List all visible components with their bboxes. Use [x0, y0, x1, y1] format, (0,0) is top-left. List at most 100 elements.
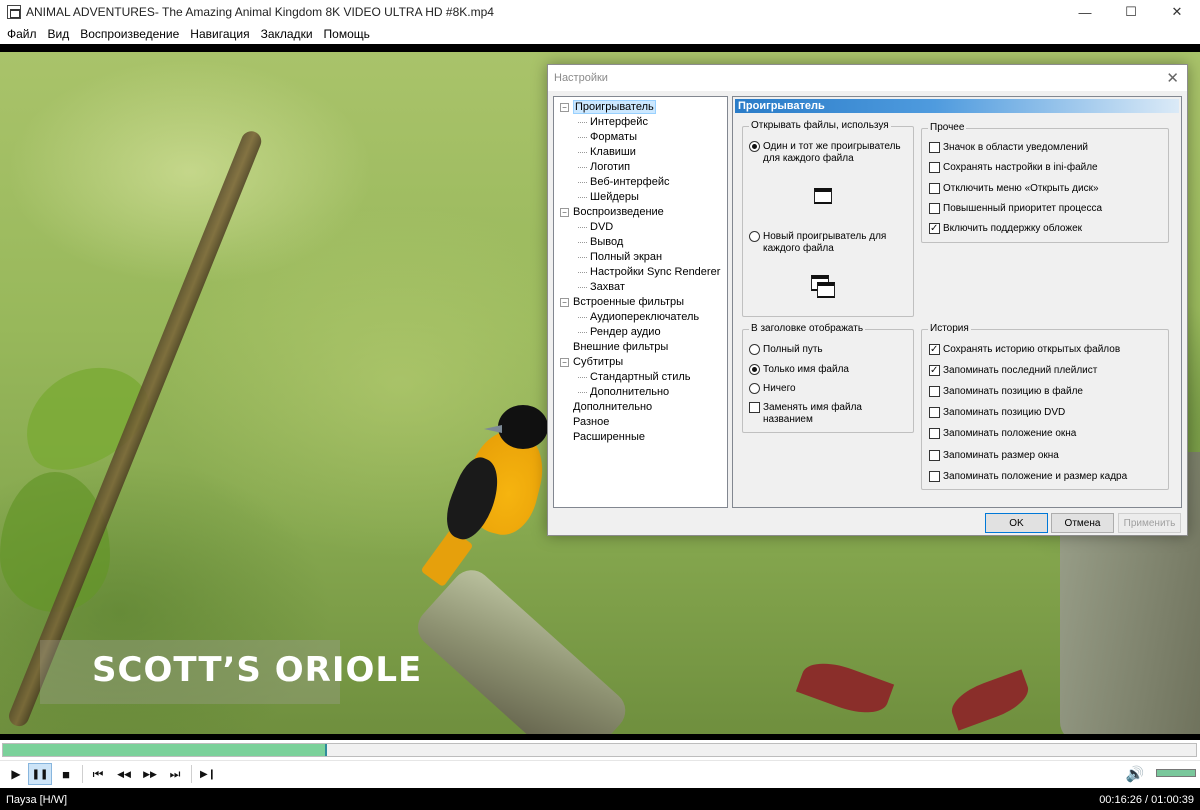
option-checkbox[interactable]: [929, 386, 940, 398]
seek-track[interactable]: [2, 743, 1197, 757]
option-checkbox[interactable]: [929, 202, 940, 214]
tree-item[interactable]: Дополнительно: [554, 400, 727, 415]
next-button[interactable]: ⏭: [163, 763, 187, 785]
apply-button[interactable]: Применить: [1118, 513, 1181, 533]
misc-group: Прочее Значок в области уведомлений Сохра…: [921, 122, 1169, 243]
settings-dialog: Настройки ✕ − Проигрыватель Интерфейс Форма…: [547, 64, 1188, 536]
option-checkbox[interactable]: [929, 223, 940, 235]
tree-item[interactable]: Настройки Sync Renderer: [554, 265, 727, 280]
frame-step-button[interactable]: ▶❙: [196, 763, 220, 785]
tree-item[interactable]: Форматы: [554, 130, 727, 145]
same-player-label: Один и тот же проигрыватель для каждого …: [763, 141, 901, 164]
tree-item[interactable]: − Воспроизведение: [554, 205, 727, 220]
tree-item-label: Проигрыватель: [573, 100, 656, 114]
settings-tree: − Проигрыватель Интерфейс Форматы Клавиши Лог…: [553, 96, 728, 508]
cancel-button[interactable]: Отмена: [1051, 513, 1114, 533]
option-label: Запоминать положение окна: [943, 428, 1077, 440]
stop-button[interactable]: ■: [54, 763, 78, 785]
option-checkbox[interactable]: [929, 407, 940, 419]
tree-item[interactable]: Аудиопереключатель: [554, 310, 727, 325]
tree-item[interactable]: Расширенные: [554, 430, 727, 445]
video-caption: SCOTT’S ORIOLE: [92, 650, 423, 690]
tree-item[interactable]: − Встроенные фильтры: [554, 295, 727, 310]
tree-item-label: Клавиши: [590, 146, 636, 158]
open-files-group-title: Открывать файлы, используя: [749, 120, 891, 132]
menu-navigate[interactable]: Навигация: [186, 27, 253, 41]
replace-name-checkbox[interactable]: [749, 402, 760, 413]
option-checkbox[interactable]: [929, 344, 940, 355]
tree-item-label: DVD: [590, 221, 614, 233]
tree-collapse-icon[interactable]: −: [560, 358, 569, 367]
multiple-windows-icon: [817, 282, 835, 298]
tree-item-label: Форматы: [590, 131, 637, 143]
option-label: Включить поддержку обложек: [943, 223, 1083, 235]
video-log: [409, 562, 634, 734]
nothing-label: Ничего: [763, 383, 796, 394]
close-button[interactable]: ✕: [1154, 0, 1200, 24]
tree-item[interactable]: Клавиши: [554, 145, 727, 160]
forward-button[interactable]: ▶▶: [138, 763, 162, 785]
play-button[interactable]: ▶: [4, 763, 28, 785]
file-name-only-radio[interactable]: [749, 364, 760, 375]
tree-item[interactable]: − Субтитры: [554, 355, 727, 370]
option-checkbox[interactable]: [929, 142, 940, 153]
title-display-group-title: В заголовке отображать: [749, 323, 866, 335]
option-checkbox[interactable]: [929, 449, 940, 461]
tree-item[interactable]: Интерфейс: [554, 115, 727, 130]
pause-button[interactable]: ❚❚: [28, 763, 52, 785]
seekbar[interactable]: [0, 740, 1200, 760]
option-checkbox[interactable]: [929, 182, 940, 194]
new-player-radio[interactable]: [749, 231, 760, 242]
tree-item[interactable]: Шейдеры: [554, 190, 727, 205]
rewind-button[interactable]: ◀◀: [112, 763, 136, 785]
option-label: Сохранять историю открытых файлов: [943, 344, 1121, 355]
maximize-button[interactable]: ☐: [1108, 0, 1154, 24]
option-checkbox[interactable]: [929, 365, 940, 377]
option-checkbox[interactable]: [929, 428, 940, 440]
tree-item[interactable]: Полный экран: [554, 250, 727, 265]
tree-collapse-icon[interactable]: −: [560, 298, 569, 307]
tree-item[interactable]: Разное: [554, 415, 727, 430]
tree-guide: [578, 152, 587, 153]
menu-favorites[interactable]: Закладки: [257, 27, 317, 41]
tree-item[interactable]: Вывод: [554, 235, 727, 250]
single-window-icon: [814, 188, 832, 204]
tree-item[interactable]: Рендер аудио: [554, 325, 727, 340]
ok-button[interactable]: OK: [985, 513, 1048, 533]
dialog-close-icon[interactable]: ✕: [1166, 69, 1179, 87]
option-checkbox[interactable]: [929, 470, 940, 482]
nothing-radio[interactable]: [749, 383, 760, 394]
tree-item[interactable]: DVD: [554, 220, 727, 235]
tree-item[interactable]: − Проигрыватель: [554, 100, 727, 115]
volume-slider[interactable]: [1156, 769, 1196, 777]
tree-item[interactable]: Веб-интерфейс: [554, 175, 727, 190]
option-label: Запоминать позицию в файле: [943, 386, 1083, 398]
option-checkbox[interactable]: [929, 162, 940, 174]
same-player-radio[interactable]: [749, 141, 760, 152]
option-label: Сохранять настройки в ini-файле: [943, 162, 1098, 174]
tree-item[interactable]: Логотип: [554, 160, 727, 175]
tree-item[interactable]: Стандартный стиль: [554, 370, 727, 385]
settings-page: Проигрыватель Открывать файлы, используя…: [732, 96, 1182, 508]
tree-guide: [578, 167, 587, 168]
tree-guide: [578, 332, 587, 333]
app-icon: [7, 5, 21, 19]
tree-item[interactable]: Дополнительно: [554, 385, 727, 400]
tree-collapse-icon[interactable]: −: [560, 103, 569, 112]
full-path-radio[interactable]: [749, 344, 760, 355]
menu-file[interactable]: Файл: [3, 27, 41, 41]
tree-guide: [578, 242, 587, 243]
menu-playback[interactable]: Воспроизведение: [76, 27, 183, 41]
tree-collapse-icon[interactable]: −: [560, 208, 569, 217]
menu-help[interactable]: Помощь: [320, 27, 374, 41]
menu-view[interactable]: Вид: [44, 27, 74, 41]
previous-button[interactable]: ⏮: [86, 763, 110, 785]
option-label: Запоминать положение и размер кадра: [943, 470, 1128, 482]
tree-guide: [578, 377, 587, 378]
separator: [82, 765, 83, 783]
tree-item[interactable]: Внешние фильтры: [554, 340, 727, 355]
tree-item[interactable]: Захват: [554, 280, 727, 295]
volume-icon[interactable]: 🔊: [1124, 764, 1146, 784]
minimize-button[interactable]: —: [1062, 0, 1108, 24]
option-label: Запоминать последний плейлист: [943, 365, 1098, 377]
